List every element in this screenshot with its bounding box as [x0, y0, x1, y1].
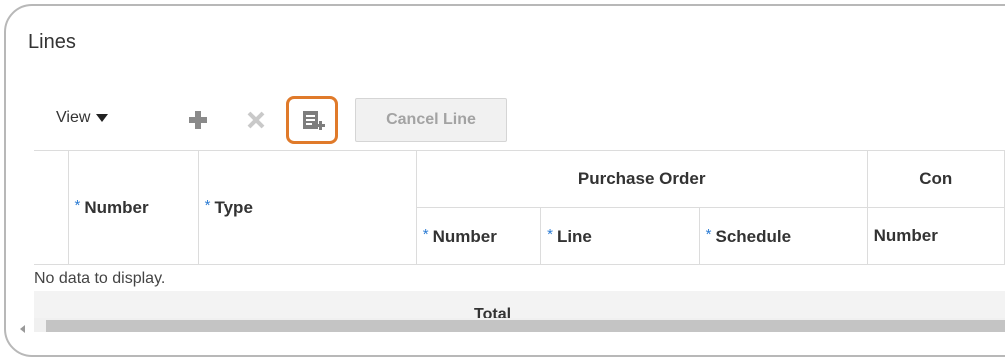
view-menu-label: View — [56, 109, 91, 126]
column-label: Line — [556, 226, 592, 246]
required-marker: * — [74, 197, 81, 214]
column-header-po-number[interactable]: * Number — [415, 207, 542, 265]
column-label: Schedule — [715, 226, 792, 246]
scrollbar-thumb[interactable] — [46, 320, 1005, 332]
column-header-type[interactable]: * Type — [197, 150, 417, 265]
lines-table: * Number * Type Purchase Order Con * Number… — [34, 150, 1005, 265]
view-menu[interactable]: View — [56, 109, 109, 127]
column-label: Number — [84, 198, 149, 217]
required-marker: * — [422, 225, 429, 243]
column-label: Number — [432, 226, 497, 246]
column-header-po-line[interactable]: * Line — [540, 207, 700, 265]
cancel-line-button[interactable]: Cancel Line — [355, 98, 507, 142]
section-title: Lines — [28, 31, 76, 53]
column-header-con-number[interactable]: Number — [866, 207, 1005, 265]
column-header-po-schedule[interactable]: * Schedule — [698, 207, 868, 265]
scroll-left-arrow-icon[interactable] — [20, 325, 25, 333]
totals-row — [34, 291, 1005, 321]
caret-down-icon — [96, 113, 109, 122]
column-label: Type — [214, 198, 253, 217]
required-marker: * — [705, 225, 712, 243]
column-group-purchase-order: Purchase Order — [415, 150, 868, 208]
empty-table-message: No data to display. — [34, 270, 166, 287]
row-selector-header — [34, 150, 69, 265]
duplicate-row-icon — [303, 111, 325, 130]
duplicate-row-button[interactable] — [286, 96, 338, 144]
column-header-number[interactable]: * Number — [67, 150, 199, 265]
required-marker: * — [547, 225, 553, 243]
required-marker: * — [204, 197, 211, 214]
lines-toolbar: View Cancel Line — [0, 94, 1005, 148]
x-icon[interactable] — [241, 105, 271, 135]
column-group-con: Con — [866, 150, 1005, 208]
plus-icon[interactable] — [183, 105, 213, 135]
